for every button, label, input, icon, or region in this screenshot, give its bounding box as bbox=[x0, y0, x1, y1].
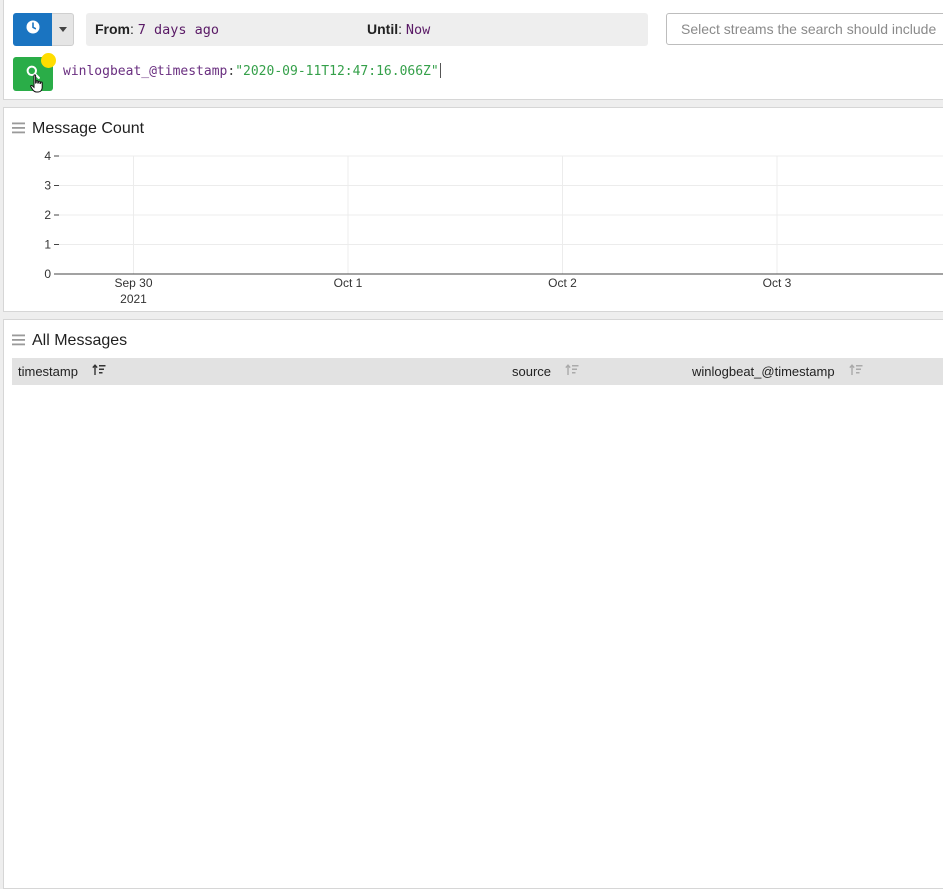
query-field: winlogbeat_@timestamp bbox=[63, 64, 228, 79]
x-tick-label: Sep 30 bbox=[114, 276, 152, 290]
x-tick-label: Oct 2 bbox=[548, 276, 577, 290]
range-from: From: 7 days ago bbox=[95, 21, 220, 38]
y-tick-label: 1 bbox=[44, 238, 51, 252]
streams-placeholder: Select streams the search should include bbox=[681, 21, 937, 37]
column-header-timestamp[interactable]: timestamp bbox=[18, 364, 106, 379]
hand-pointer-icon bbox=[30, 74, 46, 99]
range-until: Until: Now bbox=[367, 21, 431, 38]
message-count-chart: 0 1 2 3 4 Sep 30 2021 Oct 1 Oct 2 Oct 3 bbox=[44, 149, 943, 306]
column-header-winlogbeat-timestamp[interactable]: winlogbeat_@timestamp bbox=[692, 364, 863, 379]
search-query-input[interactable]: winlogbeat_@timestamp:"2020-09-11T12:47:… bbox=[63, 63, 441, 79]
x-tick-label: Oct 1 bbox=[334, 276, 363, 290]
until-label: Until bbox=[367, 21, 399, 37]
until-value: Now bbox=[405, 22, 431, 38]
y-tick-label: 2 bbox=[44, 208, 51, 222]
all-messages-widget: All Messages timestamp source winlogbeat… bbox=[3, 319, 943, 889]
clock-icon bbox=[26, 20, 40, 39]
from-label: From bbox=[95, 21, 130, 37]
from-value: 7 days ago bbox=[137, 22, 220, 38]
column-label: source bbox=[512, 364, 552, 379]
time-range-type-button[interactable] bbox=[13, 13, 52, 46]
time-range-dropdown-button[interactable] bbox=[52, 13, 74, 46]
y-tick-label: 3 bbox=[44, 179, 51, 193]
x-tick-label: Oct 3 bbox=[763, 276, 792, 290]
sort-icon[interactable] bbox=[92, 364, 106, 379]
search-bar: From: 7 days ago Until: Now Select strea… bbox=[3, 0, 943, 100]
y-tick-label: 4 bbox=[44, 149, 51, 163]
widget-title: All Messages bbox=[32, 332, 128, 349]
column-label: winlogbeat_@timestamp bbox=[692, 364, 835, 379]
y-tick-label: 0 bbox=[44, 267, 51, 281]
x-tick-sublabel: 2021 bbox=[120, 292, 147, 306]
message-count-widget: Message Count 0 1 2 3 4 Sep 30 2021 Oct 1 Oct 2O… bbox=[3, 107, 943, 312]
caret-down-icon bbox=[58, 27, 67, 32]
dirty-indicator bbox=[41, 53, 56, 68]
hamburger-icon[interactable] bbox=[12, 333, 26, 351]
messages-table-header: timestamp source winlogbeat_@timestamp bbox=[12, 358, 943, 385]
sort-icon[interactable] bbox=[848, 364, 863, 379]
column-header-source[interactable]: source bbox=[512, 364, 579, 379]
text-caret bbox=[439, 63, 441, 78]
column-label: timestamp bbox=[18, 364, 78, 379]
query-value: "2020-09-11T12:47:16.066Z" bbox=[235, 64, 439, 79]
streams-select[interactable]: Select streams the search should include bbox=[666, 13, 943, 45]
time-range-display[interactable]: From: 7 days ago Until: Now bbox=[86, 13, 648, 46]
sort-icon[interactable] bbox=[565, 364, 579, 379]
